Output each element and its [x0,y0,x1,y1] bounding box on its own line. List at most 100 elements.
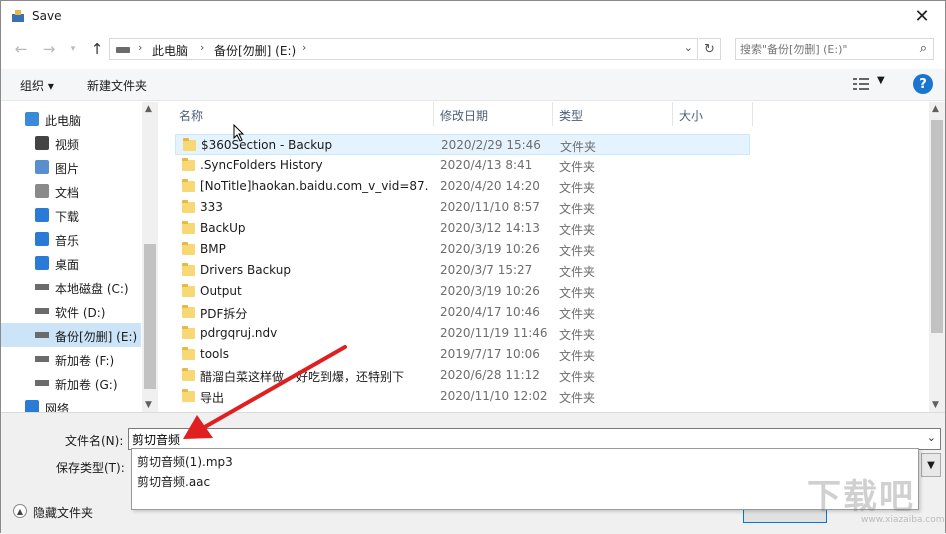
folder-icon [182,389,195,402]
network-icon [25,400,39,412]
sidebar-item[interactable]: 备份[勿删] (E:) [1,323,141,347]
file-name: BMP [200,242,226,256]
folder-icon [182,158,195,171]
refresh-button[interactable]: ↻ [699,38,721,60]
sidebar-item[interactable]: 桌面 [1,251,141,275]
file-date: 2020/11/19 11:46 [440,326,548,340]
new-folder-button[interactable]: 新建文件夹 [87,77,147,94]
drive-icon [116,47,130,53]
sidebar-item[interactable]: 软件 (D:) [1,299,141,323]
sidebar-item[interactable]: 图片 [1,155,141,179]
file-name: BackUp [200,221,246,235]
scroll-up-icon[interactable]: ▲ [932,104,939,114]
suggestion-item[interactable]: 剪切音频.aac [137,473,210,490]
file-type: 文件夹 [559,370,596,384]
save-dialog: Save ✕ ← → ▾ ↑ › 此电脑 › 备份[勿删] (E:) › ⌄ ↻ [0,0,946,534]
sidebar-item[interactable]: 此电脑 [1,107,141,131]
view-options-icon[interactable] [853,77,869,91]
view-dropdown-icon[interactable]: ▼ [877,75,885,86]
file-name: Output [200,284,242,298]
file-name: .SyncFolders History [200,158,323,172]
folder-icon [182,305,195,318]
filename-input[interactable] [132,431,912,447]
column-header-date[interactable]: 修改日期 [440,107,488,124]
file-name: 导出 [200,391,225,405]
filename-field[interactable]: ⌄ [128,428,941,450]
file-row[interactable]: PDF拆分 2020/4/17 10:46 文件夹 [175,302,750,323]
column-divider[interactable] [552,102,553,126]
file-type: 文件夹 [559,328,596,342]
up-button[interactable]: ↑ [87,39,107,59]
sidebar-item[interactable]: 本地磁盘 (C:) [1,275,141,299]
file-type: 文件夹 [559,391,596,405]
help-button[interactable]: ? [913,74,933,94]
sidebar-item[interactable]: 视频 [1,131,141,155]
organize-button[interactable]: 组织 ▾ [20,77,54,94]
column-divider[interactable] [672,102,673,126]
breadcrumb-drive-e[interactable]: 备份[勿删] (E:) [214,42,296,59]
column-divider[interactable] [433,102,434,126]
sidebar-item[interactable]: 文档 [1,179,141,203]
chevron-down-icon: ▼ [927,459,935,471]
file-row[interactable]: tools 2019/7/17 10:06 文件夹 [175,344,750,365]
column-header-name[interactable]: 名称 [179,107,203,124]
file-row[interactable]: Drivers Backup 2020/3/7 15:27 文件夹 [175,260,750,281]
arrow-right-icon: → [42,40,56,58]
folder-icon [182,221,195,234]
file-row[interactable]: 导出 2020/11/10 12:02 文件夹 [175,386,750,407]
file-row[interactable]: 醋溜白菜这样做，好吃到爆，还特别下 2020/6/28 11:12 文件夹 [175,365,750,386]
file-type: 文件夹 [559,244,596,258]
search-input[interactable] [740,41,910,57]
sidebar-scrollbar[interactable]: ▲ ▼ [142,102,158,412]
file-date: 2020/4/20 14:20 [440,179,540,193]
file-list-scrollbar[interactable]: ▲ ▼ [929,102,945,412]
sidebar-item[interactable]: 下载 [1,203,141,227]
recent-locations-button[interactable]: ▾ [63,39,83,59]
column-divider[interactable] [752,102,753,126]
file-row[interactable]: .SyncFolders History 2020/4/13 8:41 文件夹 [175,155,750,176]
sidebar-item[interactable]: 新加卷 (F:) [1,347,141,371]
file-row[interactable]: [NoTitle]haokan.baidu.com_v_vid=87... 202… [175,176,750,197]
chevron-down-icon[interactable]: ⌄ [927,431,936,444]
file-type: 文件夹 [559,181,596,195]
sort-ascending-icon: ^ [299,102,307,109]
file-name: pdrgqruj.ndv [200,326,278,340]
scrollbar-thumb[interactable] [931,120,943,333]
sidebar-item[interactable]: 新加卷 (G:) [1,371,141,395]
watermark-url: www.xiazaiba.com [861,515,945,525]
scrollbar-thumb[interactable] [144,244,156,389]
folder-icon [182,179,195,192]
back-button[interactable]: ← [11,39,31,59]
app-icon [12,10,24,22]
sidebar-item[interactable]: 网络 [1,395,141,412]
scroll-down-icon[interactable]: ▼ [145,400,152,410]
file-row[interactable]: pdrgqruj.ndv 2020/11/19 11:46 文件夹 [175,323,750,344]
file-row[interactable]: BMP 2020/3/19 10:26 文件夹 [175,239,750,260]
scroll-down-icon[interactable]: ▼ [932,400,939,410]
close-icon: ✕ [914,6,930,27]
hide-folders-toggle[interactable]: ▲ 隐藏文件夹 [13,501,123,521]
column-header-size[interactable]: 大小 [679,107,703,124]
forward-button[interactable]: → [39,39,59,59]
column-header-type[interactable]: 类型 [559,107,583,124]
file-row[interactable]: 333 2020/11/10 8:57 文件夹 [175,197,750,218]
chevron-down-icon[interactable]: ⌄ [684,41,693,54]
drive-icon [35,380,49,386]
sidebar-item[interactable]: 音乐 [1,227,141,251]
music-icon [35,232,49,246]
scroll-up-icon[interactable]: ▲ [145,104,152,114]
breadcrumb-this-pc[interactable]: 此电脑 [152,42,188,59]
drive-icon [35,308,49,314]
filetype-dropdown[interactable]: ▼ [921,453,941,477]
file-date: 2019/7/17 10:06 [440,347,540,361]
file-name: tools [200,347,229,361]
suggestion-item[interactable]: 剪切音频(1).mp3 [137,453,233,470]
file-row[interactable]: BackUp 2020/3/12 14:13 文件夹 [175,218,750,239]
file-row[interactable]: $360Section - Backup 2020/2/29 15:46 文件夹 [175,134,750,155]
search-box[interactable]: ⌕ [735,38,934,60]
address-bar[interactable]: › 此电脑 › 备份[勿删] (E:) › ⌄ [109,38,698,60]
arrow-up-icon: ↑ [90,40,104,58]
file-row[interactable]: Output 2020/3/19 10:26 文件夹 [175,281,750,302]
close-button[interactable]: ✕ [905,1,939,32]
sidebar-item-label: 本地磁盘 (C:) [55,282,129,296]
